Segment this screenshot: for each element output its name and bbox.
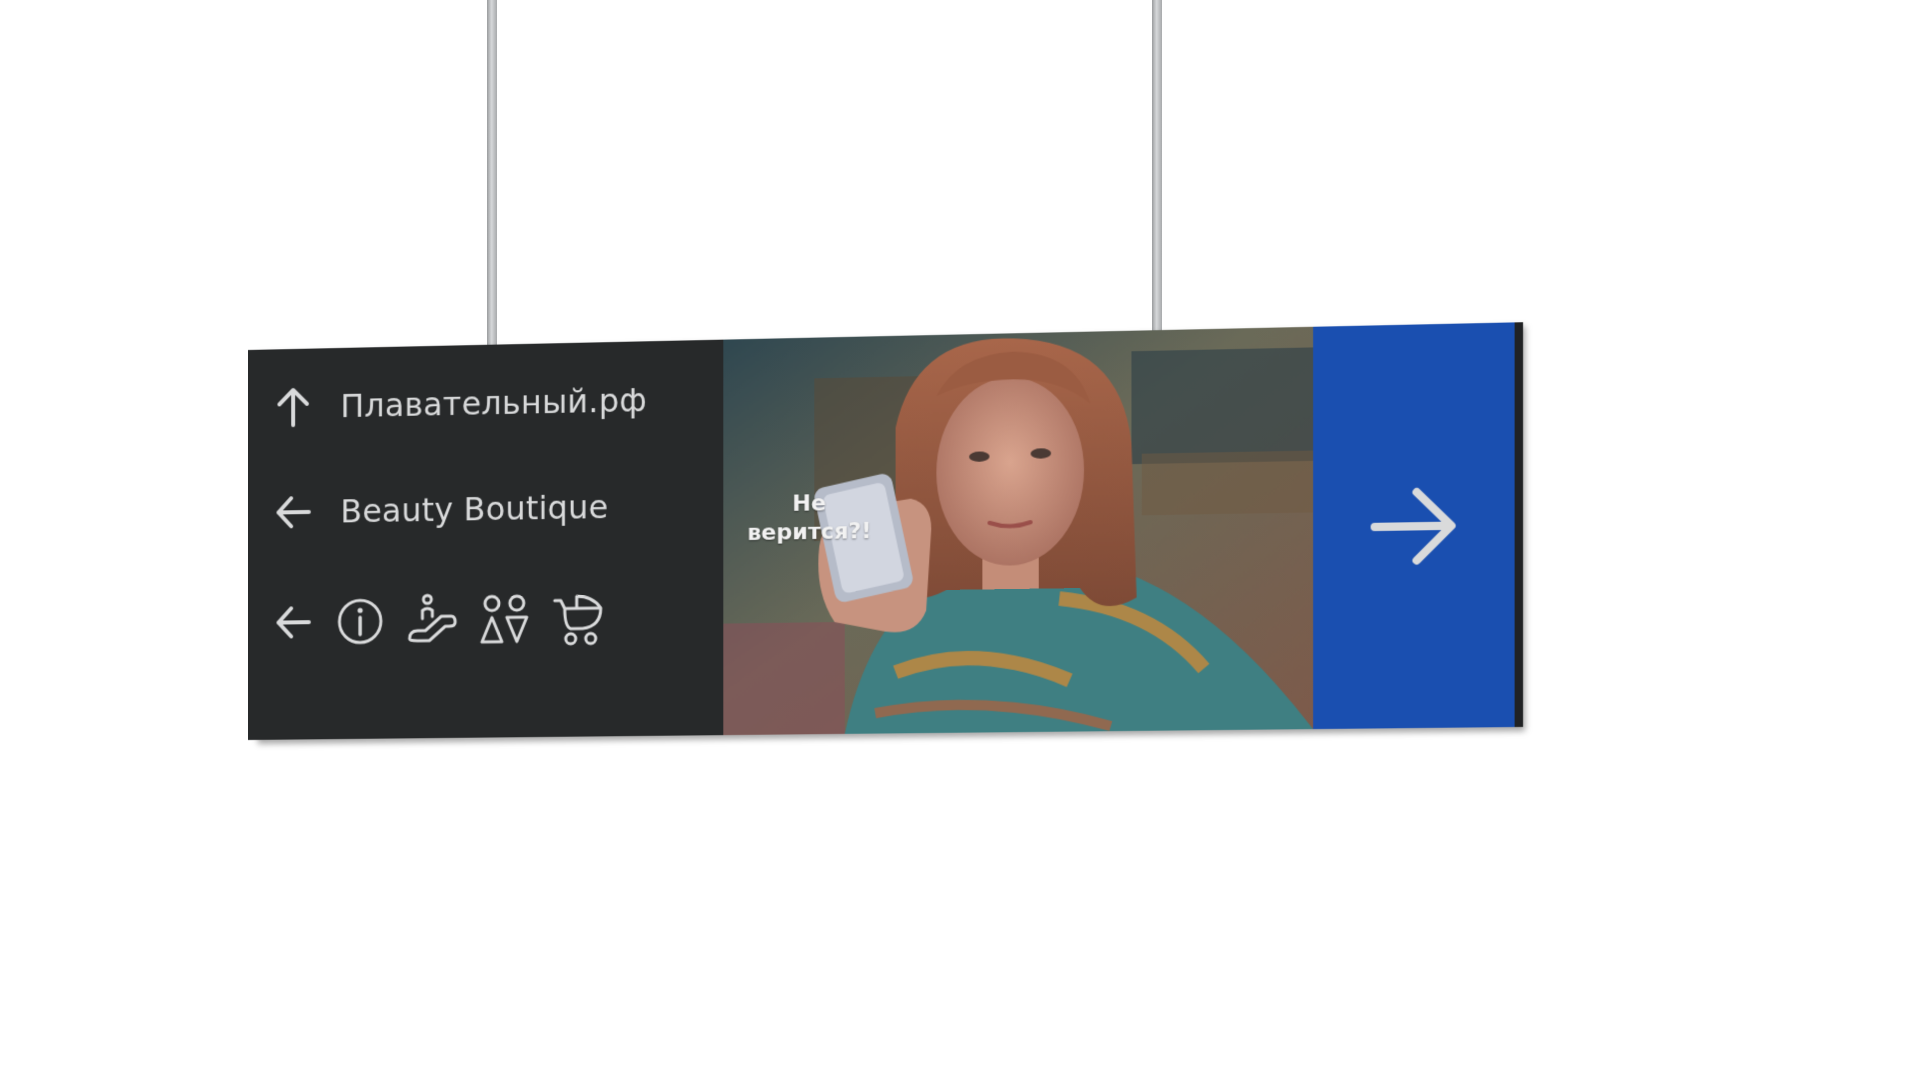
direction-row-beauty: Beauty Boutique	[275, 487, 608, 533]
ad-caption: Не верится?!	[743, 489, 875, 548]
direction-row-pool: Плавательный.рф	[275, 380, 647, 428]
ceiling-rod-left	[487, 0, 497, 380]
escalator-icon	[406, 592, 458, 649]
ceiling-rod-right	[1152, 0, 1162, 364]
ad-caption-line-2: верится?!	[747, 518, 872, 547]
arrow-left-icon	[275, 602, 310, 643]
arrow-left-icon	[276, 495, 311, 528]
scene: Плавательный.рф Beauty Boutique Не верит…	[0, 0, 1920, 1080]
direction-panel-right	[1313, 322, 1515, 730]
info-icon	[336, 593, 383, 650]
baby-stroller-icon	[553, 590, 605, 647]
arrow-up-icon	[277, 387, 309, 427]
arrow-right-icon	[1368, 481, 1458, 571]
directions-panel: Плавательный.рф Beauty Boutique	[248, 339, 724, 740]
direction-row-services	[275, 590, 604, 651]
wayfinding-sign: Плавательный.рф Beauty Boutique Не верит…	[248, 322, 1515, 740]
ad-caption-line-1: Не	[792, 490, 827, 517]
advertisement-photo: Не верится?!	[723, 326, 1314, 736]
wayfinding-sign-wrapper: Плавательный.рф Beauty Boutique Не верит…	[248, 322, 1515, 740]
destination-label-beauty: Beauty Boutique	[340, 487, 609, 531]
restroom-icon	[479, 591, 531, 648]
destination-label-pool: Плавательный.рф	[340, 380, 647, 426]
